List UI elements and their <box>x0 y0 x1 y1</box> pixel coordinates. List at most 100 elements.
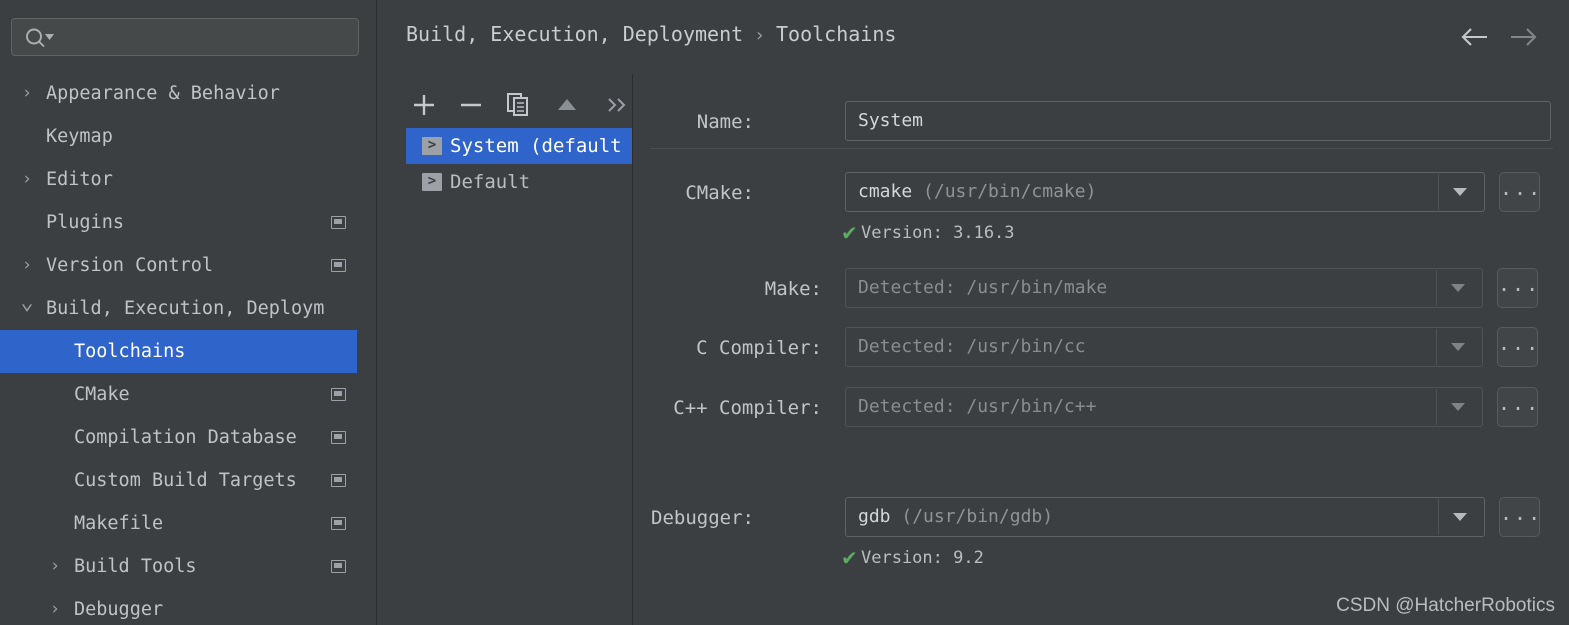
field-placeholder: Detected: /usr/bin/c++ <box>858 396 1097 417</box>
sidebar-item-label: Compilation Database <box>74 427 297 448</box>
browse-button-c_compiler[interactable]: ... <box>1497 327 1538 367</box>
field-input-cmake[interactable]: cmake (/usr/bin/cmake) <box>845 172 1485 212</box>
sidebar-item-compilation-database[interactable]: Compilation Database <box>0 416 377 459</box>
field-value-path: (/usr/bin/gdb) <box>901 506 1054 527</box>
sidebar-item-toolchains[interactable]: Toolchains <box>0 330 377 373</box>
project-settings-icon <box>331 388 346 401</box>
field-value: gdb <box>858 506 891 527</box>
settings-sidebar: › Appearance & Behavior Keymap › Editor Plugi… <box>0 0 377 625</box>
sidebar-item-label: Plugins <box>46 212 124 233</box>
field-label-cpp_compiler: C++ Compiler: <box>673 397 822 419</box>
sidebar-item-keymap[interactable]: Keymap <box>0 115 377 158</box>
settings-dialog: › Appearance & Behavior Keymap › Editor Plugi… <box>0 0 1569 625</box>
chevron-down-icon[interactable] <box>1451 343 1465 351</box>
sidebar-item-label: Build Tools <box>74 556 197 577</box>
sidebar-item-makefile[interactable]: Makefile <box>0 502 377 545</box>
plus-icon <box>414 95 434 115</box>
browse-button-make[interactable]: ... <box>1497 268 1538 308</box>
project-settings-icon <box>331 216 346 229</box>
browse-button-cpp_compiler[interactable]: ... <box>1497 387 1538 427</box>
watermark: CSDN @HatcherRobotics <box>1336 595 1555 616</box>
sidebar-item-cmake[interactable]: CMake <box>0 373 377 416</box>
field-label-c_compiler: C Compiler: <box>696 337 822 359</box>
sidebar-item-label: Toolchains <box>74 341 186 362</box>
chevron-right-icon[interactable]: › <box>18 158 36 201</box>
check-icon: ✔ <box>841 546 858 570</box>
sidebar-item-appearance-behavior[interactable]: › Appearance & Behavior <box>0 72 377 115</box>
remove-toolchain-button[interactable] <box>453 85 489 125</box>
ellipsis-icon: ... <box>1500 176 1543 200</box>
breadcrumb: Build, Execution, Deployment › Toolchains <box>406 22 896 46</box>
sidebar-item-debugger[interactable]: › Debugger <box>0 588 377 625</box>
toolchain-list-item[interactable]: System (default <box>406 128 632 164</box>
sidebar-item-label: Version Control <box>46 255 214 276</box>
more-options-button[interactable] <box>599 85 635 125</box>
project-settings-icon <box>331 259 346 272</box>
sidebar-item-label: Keymap <box>46 126 113 147</box>
chevron-right-icon[interactable]: › <box>18 72 36 115</box>
toolchain-list[interactable]: System (default Default <box>406 128 632 625</box>
field-value: System <box>858 110 924 131</box>
project-settings-icon <box>331 560 346 573</box>
settings-search-box[interactable] <box>11 18 359 57</box>
ellipsis-icon: ... <box>1500 501 1543 525</box>
toolchain-list-item-label: Default <box>450 171 531 193</box>
toolchain-list-item-label: System (default <box>450 135 622 157</box>
chevron-down-icon[interactable] <box>1453 513 1467 521</box>
field-input-cpp_compiler[interactable]: Detected: /usr/bin/c++ <box>845 387 1483 427</box>
sidebar-item-label: CMake <box>74 384 130 405</box>
sidebar-item-version-control[interactable]: › Version Control <box>0 244 377 287</box>
settings-tree: › Appearance & Behavior Keymap › Editor Plugi… <box>0 72 377 625</box>
back-button[interactable] <box>1458 22 1492 52</box>
field-input-debugger[interactable]: gdb (/usr/bin/gdb) <box>845 497 1485 537</box>
sidebar-item-plugins[interactable]: Plugins <box>0 201 377 244</box>
breadcrumb-parent[interactable]: Build, Execution, Deployment <box>406 22 743 46</box>
sidebar-item-build-execution-deploym[interactable]: ⌄ Build, Execution, Deploym <box>0 287 377 330</box>
add-toolchain-button[interactable] <box>406 85 442 125</box>
field-value-path: (/usr/bin/cmake) <box>923 181 1097 202</box>
field-placeholder: Detected: /usr/bin/cc <box>858 336 1086 357</box>
sidebar-item-custom-build-targets[interactable]: Custom Build Targets <box>0 459 377 502</box>
dropdown-separator <box>1438 499 1439 535</box>
ellipsis-icon: ... <box>1498 272 1541 296</box>
browse-button-cmake[interactable]: ... <box>1499 172 1540 212</box>
chevron-down-icon[interactable] <box>1451 284 1465 292</box>
terminal-icon <box>422 137 442 155</box>
sidebar-divider <box>376 0 377 625</box>
search-input[interactable] <box>58 19 357 57</box>
sidebar-item-label: Makefile <box>74 513 164 534</box>
browse-button-debugger[interactable]: ... <box>1499 497 1540 537</box>
dropdown-separator <box>1438 174 1439 210</box>
field-input-make[interactable]: Detected: /usr/bin/make <box>845 268 1483 308</box>
chevron-down-icon[interactable]: ⌄ <box>18 281 36 324</box>
sidebar-item-label: Debugger <box>74 599 164 620</box>
arrow-right-icon <box>1511 28 1537 46</box>
sidebar-scrollbar-track[interactable] <box>357 73 377 625</box>
sidebar-item-build-tools[interactable]: › Build Tools <box>0 545 377 588</box>
chevron-right-icon[interactable]: › <box>46 545 64 588</box>
dropdown-separator <box>1436 329 1437 365</box>
minus-icon <box>461 103 481 107</box>
chevron-double-right-icon <box>608 98 626 112</box>
sidebar-item-label: Custom Build Targets <box>74 470 297 491</box>
field-value: cmake <box>858 181 913 202</box>
search-icon <box>23 27 57 49</box>
move-up-button[interactable] <box>549 85 585 125</box>
triangle-up-icon <box>558 99 576 110</box>
sidebar-item-editor[interactable]: › Editor <box>0 158 377 201</box>
chevron-right-icon[interactable]: › <box>46 588 64 625</box>
field-input-c_compiler[interactable]: Detected: /usr/bin/cc <box>845 327 1483 367</box>
toolchain-list-item[interactable]: Default <box>406 164 632 200</box>
copy-icon <box>507 93 528 116</box>
forward-button[interactable] <box>1506 22 1540 52</box>
breadcrumb-separator-icon: › <box>754 25 765 46</box>
field-input-name[interactable]: System <box>845 101 1551 141</box>
terminal-icon <box>422 173 442 191</box>
ellipsis-icon: ... <box>1498 331 1541 355</box>
chevron-down-icon[interactable] <box>1451 403 1465 411</box>
chevron-down-icon[interactable] <box>1453 188 1467 196</box>
project-settings-icon <box>331 517 346 530</box>
copy-toolchain-button[interactable] <box>500 85 536 125</box>
arrow-left-icon <box>1461 28 1487 46</box>
sidebar-item-label: Appearance & Behavior <box>46 83 280 104</box>
